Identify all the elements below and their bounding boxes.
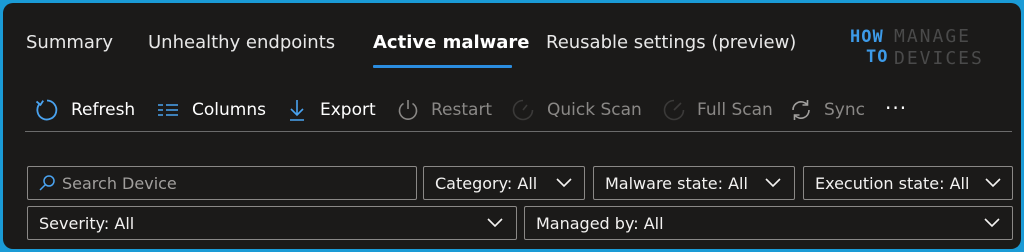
columns-icon [158, 104, 178, 116]
quick-scan-label: Quick Scan [547, 100, 642, 120]
full-scan-button[interactable]: Full Scan [662, 88, 773, 132]
chevron-down-icon [985, 178, 1001, 188]
command-bar: Refresh Columns Export Restart Quick Sca… [3, 88, 1021, 132]
category-filter[interactable]: Category: All [423, 166, 585, 200]
tab-unhealthy-endpoints[interactable]: Unhealthy endpoints [148, 32, 335, 53]
chevron-down-icon [556, 178, 572, 188]
category-filter-label: Category: All [435, 174, 538, 193]
chevron-down-icon [487, 218, 503, 228]
tab-active-malware[interactable]: Active malware [373, 32, 530, 53]
refresh-label: Refresh [71, 100, 136, 120]
execution-state-filter[interactable]: Execution state: All [803, 166, 1013, 200]
export-icon [290, 100, 304, 121]
more-icon: ··· [885, 96, 908, 120]
full-scan-label: Full Scan [697, 100, 773, 120]
malware-state-filter-label: Malware state: All [605, 174, 748, 193]
refresh-icon [35, 99, 58, 121]
search-input[interactable] [62, 167, 402, 199]
columns-label: Columns [192, 100, 266, 120]
quick-scan-icon [512, 99, 534, 121]
managed-by-filter-label: Managed by: All [536, 214, 664, 233]
tab-summary[interactable]: Summary [26, 32, 113, 53]
logo-text-to: TO [866, 47, 889, 67]
execution-state-filter-label: Execution state: All [815, 174, 970, 193]
tab-reusable-settings[interactable]: Reusable settings (preview) [546, 32, 796, 53]
active-malware-panel: Summary Unhealthy endpoints Active malwa… [3, 3, 1021, 249]
chevron-down-icon [765, 178, 781, 188]
restart-button[interactable]: Restart [396, 88, 492, 132]
severity-filter[interactable]: Severity: All [27, 206, 517, 240]
sync-label: Sync [824, 100, 865, 120]
managed-by-filter[interactable]: Managed by: All [524, 206, 1013, 240]
search-icon [39, 175, 55, 191]
sync-icon [792, 100, 810, 120]
search-device-field[interactable] [27, 166, 417, 200]
export-label: Export [320, 100, 376, 120]
more-options-button[interactable]: ··· [883, 88, 913, 132]
export-button[interactable]: Export [285, 88, 377, 132]
severity-filter-label: Severity: All [39, 214, 135, 233]
active-tab-indicator [373, 65, 512, 68]
refresh-button[interactable]: Refresh [35, 88, 139, 132]
quick-scan-button[interactable]: Quick Scan [511, 88, 642, 132]
toolbar-divider [25, 131, 1012, 132]
full-scan-icon [663, 99, 685, 121]
power-icon [398, 100, 418, 120]
logo-text-how: HOW [850, 27, 884, 47]
malware-state-filter[interactable]: Malware state: All [593, 166, 795, 200]
logo-text-devices: DEVICES [894, 48, 984, 69]
chevron-down-icon [984, 218, 1000, 228]
columns-button[interactable]: Columns [156, 88, 268, 132]
how-to-manage-devices-logo: HOW TO MANAGE DEVICES [846, 23, 982, 77]
logo-text-manage: MANAGE [894, 26, 972, 47]
restart-label: Restart [431, 100, 493, 120]
sync-button[interactable]: Sync [789, 88, 869, 132]
